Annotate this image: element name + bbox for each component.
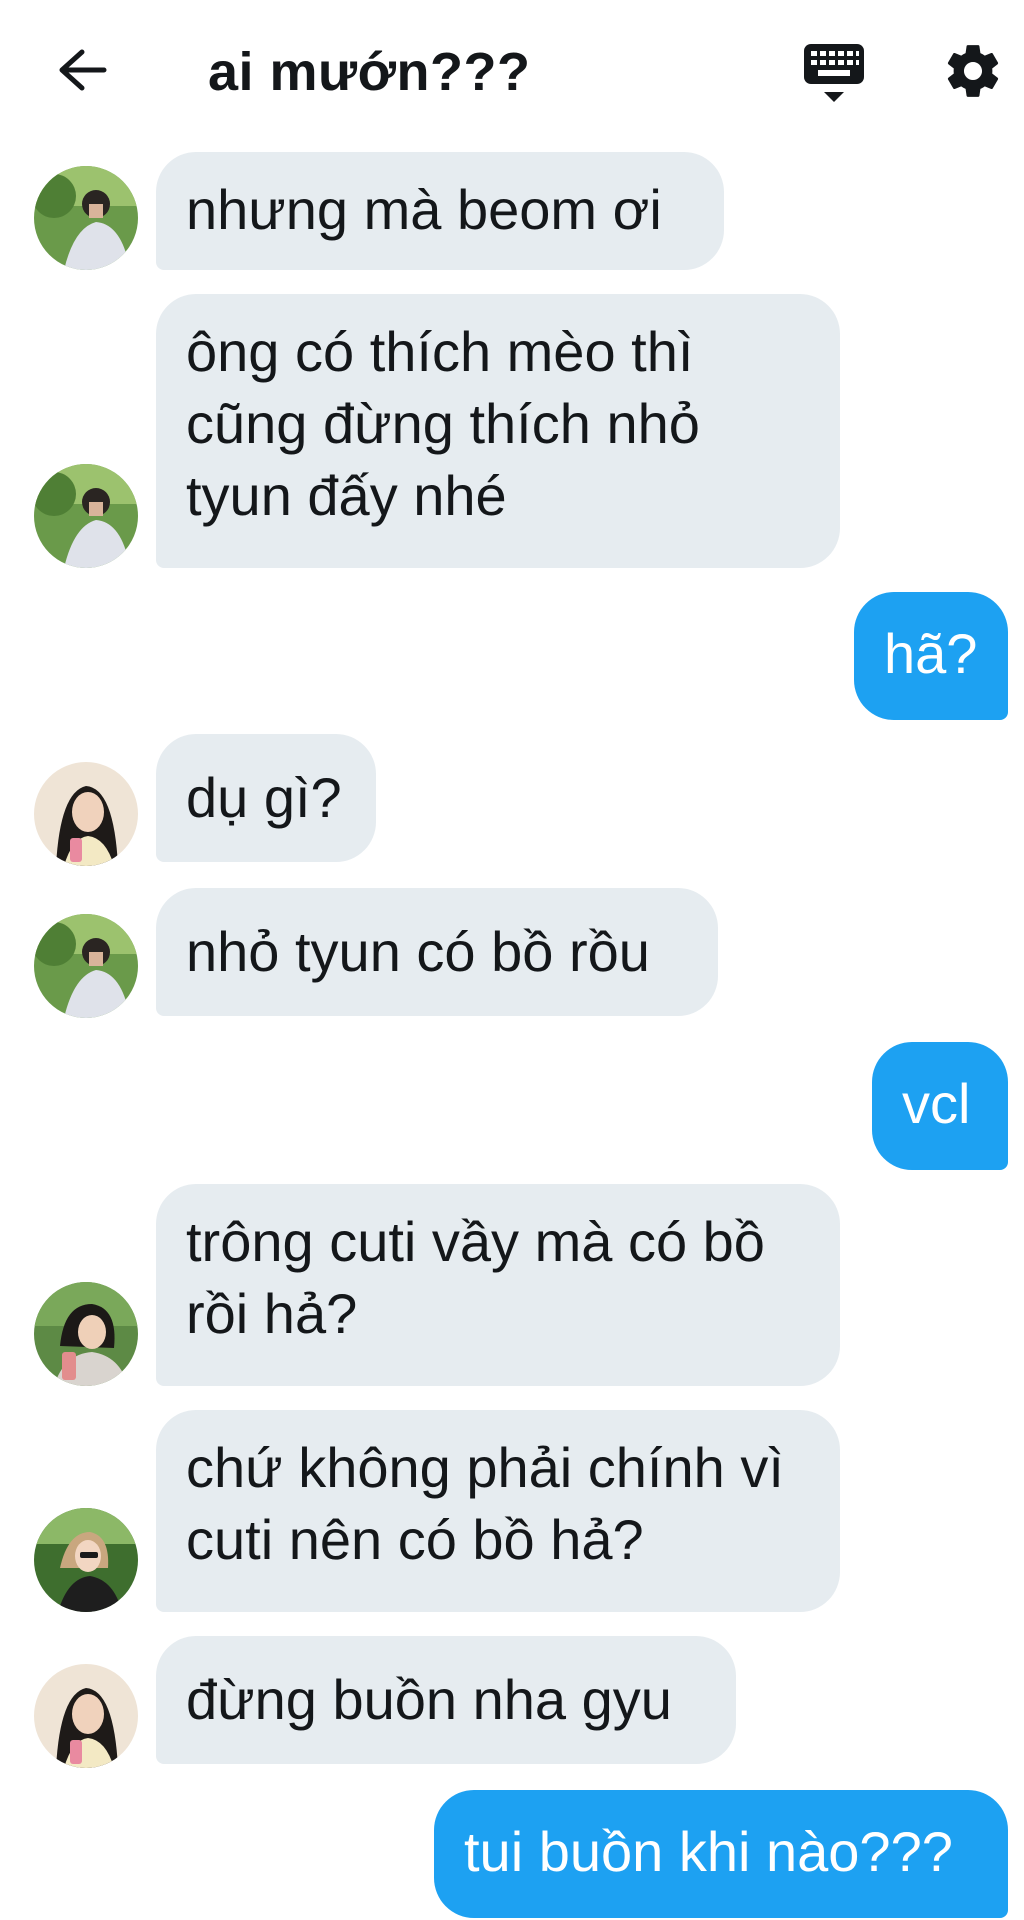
keyboard-button[interactable] [796, 40, 872, 108]
avatar[interactable] [34, 1282, 138, 1386]
message-bubble-incoming[interactable]: đừng buồn nha gyu [156, 1636, 736, 1764]
message-bubble-incoming[interactable]: dụ gì? [156, 734, 376, 862]
avatar-photo [34, 464, 138, 568]
settings-button[interactable] [942, 40, 1004, 102]
avatar[interactable] [34, 464, 138, 568]
conversation-title[interactable]: ai mướn??? [208, 40, 531, 104]
back-button[interactable] [52, 40, 112, 100]
message-bubble-incoming[interactable]: nhưng mà beom ơi [156, 152, 724, 270]
message-bubble-incoming[interactable]: nhỏ tyun có bồ rồu [156, 888, 718, 1016]
message-bubble-incoming[interactable]: chứ không phải chính vì cuti nên có bồ h… [156, 1410, 840, 1612]
avatar-photo [34, 1664, 138, 1768]
avatar-photo [34, 1282, 138, 1386]
chat-header: ai mướn??? [0, 0, 1024, 145]
arrow-left-icon [59, 49, 107, 91]
avatar-photo [34, 762, 138, 866]
message-bubble-outgoing[interactable]: tui buồn khi nào??? [434, 1790, 1008, 1918]
message-bubble-outgoing[interactable]: hã? [854, 592, 1008, 720]
avatar[interactable] [34, 762, 138, 866]
avatar-photo [34, 914, 138, 1018]
message-bubble-incoming[interactable]: ông có thích mèo thì cũng đừng thích nhỏ… [156, 294, 840, 568]
avatar[interactable] [34, 1664, 138, 1768]
avatar-photo [34, 166, 138, 270]
gear-icon [947, 45, 999, 97]
message-bubble-outgoing[interactable]: vcl [872, 1042, 1008, 1170]
keyboard-icon [804, 44, 864, 102]
avatar-photo [34, 1508, 138, 1612]
avatar[interactable] [34, 1508, 138, 1612]
avatar[interactable] [34, 166, 138, 270]
avatar[interactable] [34, 914, 138, 1018]
message-bubble-incoming[interactable]: trông cuti vầy mà có bồ rồi hả? [156, 1184, 840, 1386]
